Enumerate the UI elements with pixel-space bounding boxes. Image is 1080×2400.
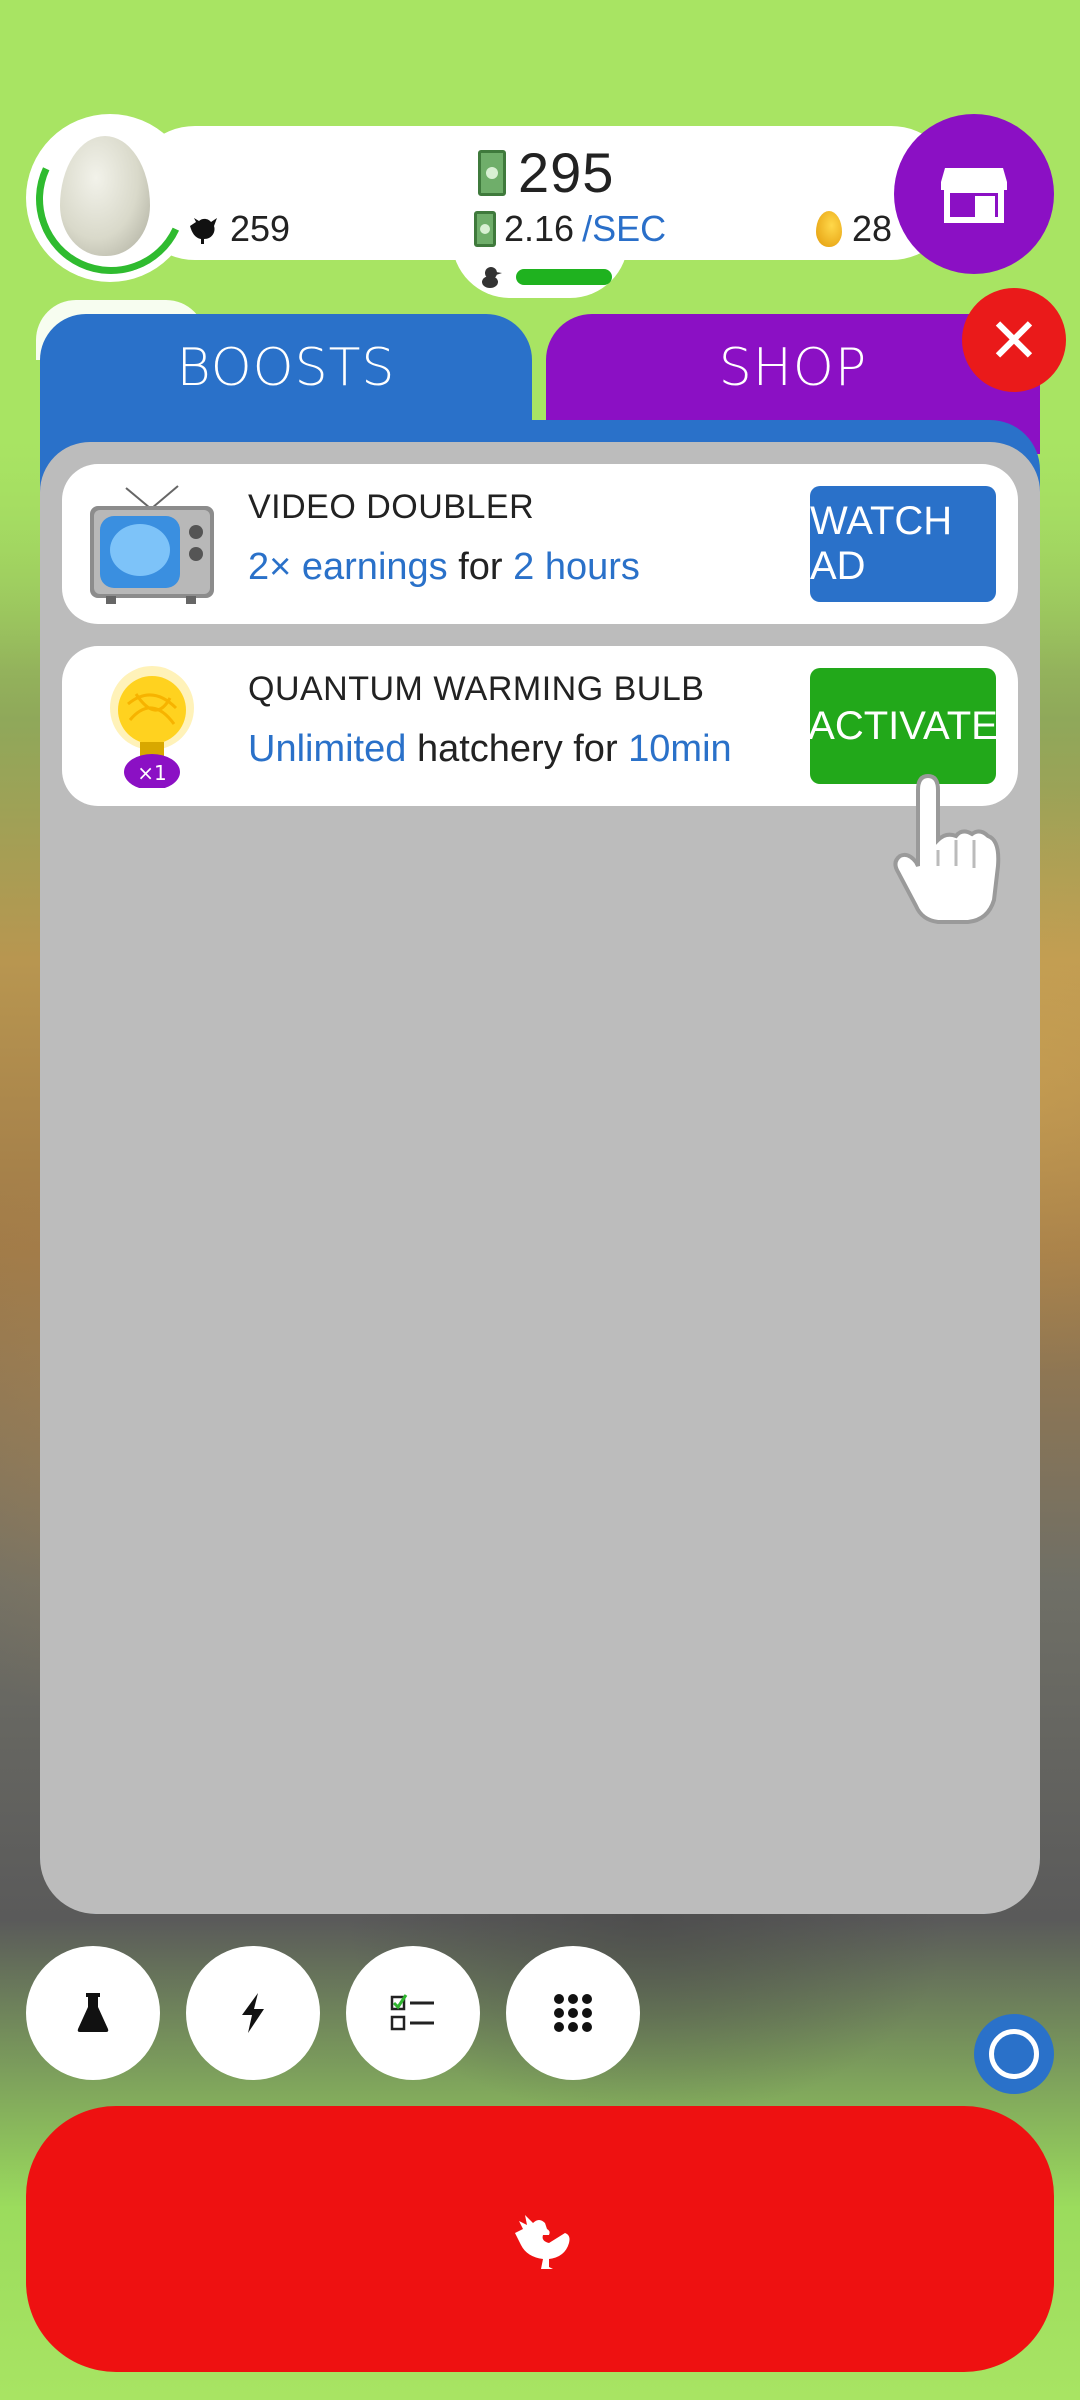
bulb-icon: ×1: [110, 666, 194, 788]
watch-ad-button[interactable]: WATCH AD: [810, 486, 996, 602]
money-display: 295: [478, 140, 614, 205]
cash-small-icon: [474, 211, 496, 247]
lightning-icon: [242, 1993, 264, 2033]
desc-highlight: 10min: [628, 728, 732, 770]
golden-egg-count: 28: [816, 208, 892, 250]
desc-highlight: 2 hours: [513, 546, 640, 588]
chicken-white-icon: [515, 2215, 570, 2269]
golden-egg-icon: [816, 211, 842, 247]
chicken-count-value: 259: [230, 208, 291, 249]
boosts-button[interactable]: [186, 1946, 320, 2080]
cash-icon: [478, 149, 506, 196]
rate-unit: /SEC: [582, 208, 667, 249]
boost-title: VIDEO DOUBLER: [248, 488, 535, 526]
flask-icon: [77, 1993, 109, 2032]
boost-card-quantum-bulb: ×1 QUANTUM WARMING BULB Unlimited hatche…: [62, 646, 1018, 806]
research-button[interactable]: [26, 1946, 160, 2080]
missions-button[interactable]: [346, 1946, 480, 2080]
money-value: 295: [518, 141, 615, 204]
store-button[interactable]: [894, 114, 1054, 274]
activate-button[interactable]: ACTIVATE: [808, 668, 998, 784]
store-icon: [941, 168, 1007, 223]
hatchery-capacity: [478, 264, 612, 290]
boost-title: QUANTUM WARMING BULB: [248, 670, 705, 708]
income-rate: 2.16/SEC: [474, 208, 666, 250]
boost-description: 2× earnings for 2 hours: [248, 546, 640, 589]
rate-value: 2.16: [504, 208, 575, 249]
pointing-hand-icon: [893, 773, 1001, 924]
boost-description: Unlimited hatchery for 10min: [248, 728, 732, 771]
desc-text: hatchery for: [406, 728, 629, 770]
tv-icon: [90, 485, 214, 604]
hatchery-progress-bar: [516, 269, 612, 285]
bulb-count-badge: ×1: [137, 761, 166, 785]
desc-text: for: [447, 546, 514, 588]
checklist-icon: [390, 1994, 434, 2031]
hatch-chicken-button[interactable]: [26, 2106, 1054, 2372]
grid-icon: [554, 1994, 592, 2032]
chicken-count: 259: [186, 208, 290, 250]
menu-grid-button[interactable]: [506, 1946, 640, 2080]
chick-icon: [482, 267, 502, 288]
desc-highlight: 2× earnings: [248, 546, 448, 588]
close-button[interactable]: ✕: [962, 288, 1066, 392]
boost-card-video-doubler: VIDEO DOUBLER 2× earnings for 2 hours WA…: [62, 464, 1018, 624]
camera-toggle-button[interactable]: [974, 2014, 1054, 2094]
close-icon: ✕: [988, 306, 1040, 376]
golden-egg-value: 28: [852, 208, 893, 249]
desc-highlight: Unlimited: [248, 728, 407, 770]
chicken-icon: [190, 218, 217, 244]
